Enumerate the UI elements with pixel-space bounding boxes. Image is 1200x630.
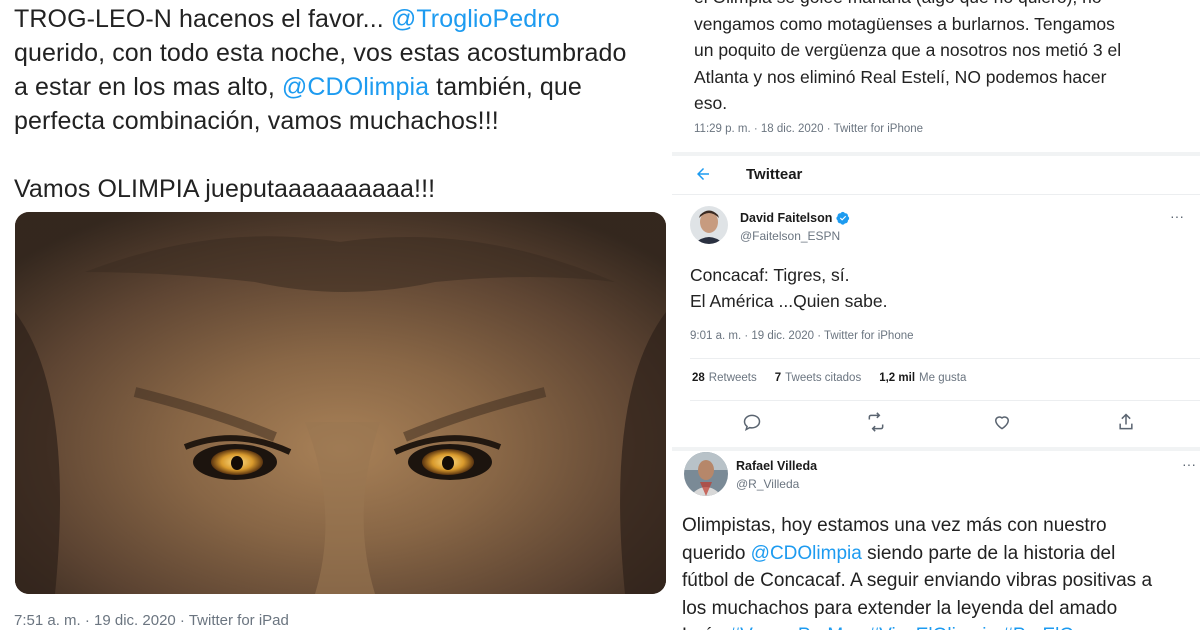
- left-tweet-line: TROG-LEO-N hacenos el favor... @TroglioP…: [14, 2, 664, 36]
- left-tweet-line-2: Vamos OLIMPIA jueputaaaaaaaaaa!!!: [14, 175, 436, 203]
- top-tweet-meta[interactable]: 11:29 p. m. · 18 dic. 2020 · Twitter for…: [694, 123, 923, 135]
- text-span: siendo parte de la historia del: [861, 542, 1116, 564]
- faitelson-line-1: Concacaf: Tigres, sí.: [690, 265, 850, 285]
- stat-quotes[interactable]: 7 Tweets citados: [775, 372, 861, 384]
- text-span: TROG-LEO-N hacenos el favor...: [14, 5, 391, 33]
- share-icon[interactable]: [1116, 412, 1136, 432]
- stats-divider: [690, 400, 1200, 401]
- right-panel: el Olimpia se golee mañana (algo que no …: [672, 0, 1200, 630]
- tweet-actions: [742, 412, 1142, 434]
- text-span: querido: [682, 542, 751, 564]
- text-span: fútbol de Concacaf. A seguir enviando vi…: [682, 570, 1153, 591]
- author-faitelson: David Faitelson @Faitelson_ESPN: [740, 210, 850, 244]
- section-separator: [672, 152, 1200, 156]
- left-tweet-panel: TROG-LEO-N hacenos el favor... @TroglioP…: [0, 0, 672, 630]
- mention-link[interactable]: @CDOlimpia: [751, 543, 862, 564]
- verified-badge-icon: [836, 211, 850, 225]
- tweet-stats: 28 Retweets 7 Tweets citados 1,2 mil Me gus…: [692, 372, 966, 384]
- villeda-tweet-line: querido @CDOlimpia siendo parte de la hi…: [682, 540, 1200, 568]
- stat-retweets[interactable]: 28 Retweets: [692, 372, 757, 384]
- left-tweet-text: TROG-LEO-N hacenos el favor... @TroglioP…: [14, 2, 664, 206]
- author-villeda: Rafael Villeda @R_Villeda: [736, 458, 817, 492]
- author-handle[interactable]: @R_Villeda: [736, 476, 817, 492]
- left-tweet-meta[interactable]: 7:51 a. m. · 19 dic. 2020 · Twitter for …: [14, 612, 289, 629]
- faitelson-tweet-text: Concacaf: Tigres, sí. El América ...Quie…: [690, 262, 887, 314]
- hashtag-link[interactable]: #VamosPorMas #VivaElOlimpia #PorElGrupo: [730, 625, 1113, 630]
- header-divider: [672, 194, 1200, 195]
- author-name[interactable]: Rafael Villeda: [736, 458, 817, 474]
- tweet-page-header: Twittear: [694, 162, 802, 186]
- villeda-tweet-line: los muchachos para extender la leyenda d…: [682, 595, 1200, 623]
- mention-link[interactable]: @CDOlimpia: [282, 73, 429, 101]
- arrow-left-icon[interactable]: [694, 165, 712, 183]
- left-tweet-lines: TROG-LEO-N hacenos el favor... @TroglioP…: [14, 2, 664, 138]
- text-span: a estar en los mas alto,: [14, 73, 282, 101]
- left-tweet-line: a estar en los mas alto, @CDOlimpia tamb…: [14, 70, 664, 104]
- text-span: los muchachos para extender la leyenda d…: [682, 597, 1118, 619]
- villeda-tweet-text: Olimpistas, hoy estamos una vez más con …: [682, 512, 1200, 630]
- like-icon[interactable]: [992, 412, 1012, 432]
- meta-divider: [690, 358, 1200, 359]
- top-tweet-line-4: Atlanta y nos eliminó Real Estelí, NO po…: [694, 66, 1107, 87]
- top-tweet-line-1: el Olimpia se golee mañana (algo que no …: [694, 0, 1194, 11]
- text-span: también, que: [429, 73, 582, 101]
- page-title: Twittear: [746, 165, 803, 183]
- top-tweet-line-5: eso.: [694, 93, 728, 113]
- section-separator-2: [672, 447, 1200, 451]
- text-span: querido, con todo esta noche, vos estas …: [14, 39, 627, 67]
- stat-likes[interactable]: 1,2 mil Me gusta: [879, 372, 966, 384]
- mention-link[interactable]: @TroglioPedro: [391, 5, 560, 33]
- villeda-tweet-line: fútbol de Concacaf. A seguir enviando vi…: [682, 567, 1200, 595]
- text-span: León: [682, 625, 730, 630]
- author-name[interactable]: David Faitelson: [740, 210, 832, 226]
- lion-photo-icon: [15, 212, 666, 594]
- retweet-icon[interactable]: [866, 412, 886, 432]
- avatar-villeda[interactable]: [684, 452, 728, 496]
- more-options-icon[interactable]: ···: [1170, 208, 1184, 224]
- reply-icon[interactable]: [742, 412, 762, 432]
- villeda-tweet-line: León #VamosPorMas #VivaElOlimpia #PorElG…: [682, 622, 1200, 630]
- text-span: Olimpistas, hoy estamos una vez más con …: [682, 515, 1107, 536]
- villeda-tweet-line: Olimpistas, hoy estamos una vez más con …: [682, 512, 1200, 540]
- left-tweet-line: querido, con todo esta noche, vos estas …: [14, 36, 664, 70]
- lion-photo[interactable]: [15, 212, 666, 594]
- faitelson-line-2: El América ...Quien sabe.: [690, 291, 888, 311]
- top-tweet-line-3: un poquito de vergüenza que a nosotros n…: [694, 40, 1122, 60]
- avatar-faitelson[interactable]: [690, 206, 728, 244]
- left-tweet-line: perfecta combinación, vamos muchachos!!!: [14, 104, 664, 138]
- more-options-icon[interactable]: ···: [1182, 456, 1196, 472]
- author-handle[interactable]: @Faitelson_ESPN: [740, 228, 850, 244]
- top-tweet-line-2: vengamos como motagüenses a burlarnos. T…: [694, 13, 1115, 34]
- faitelson-meta[interactable]: 9:01 a. m. · 19 dic. 2020 · Twitter for …: [690, 330, 914, 342]
- text-span: perfecta combinación, vamos muchachos!!!: [14, 107, 499, 135]
- top-tweet-text: el Olimpia se golee mañana (algo que no …: [694, 0, 1194, 117]
